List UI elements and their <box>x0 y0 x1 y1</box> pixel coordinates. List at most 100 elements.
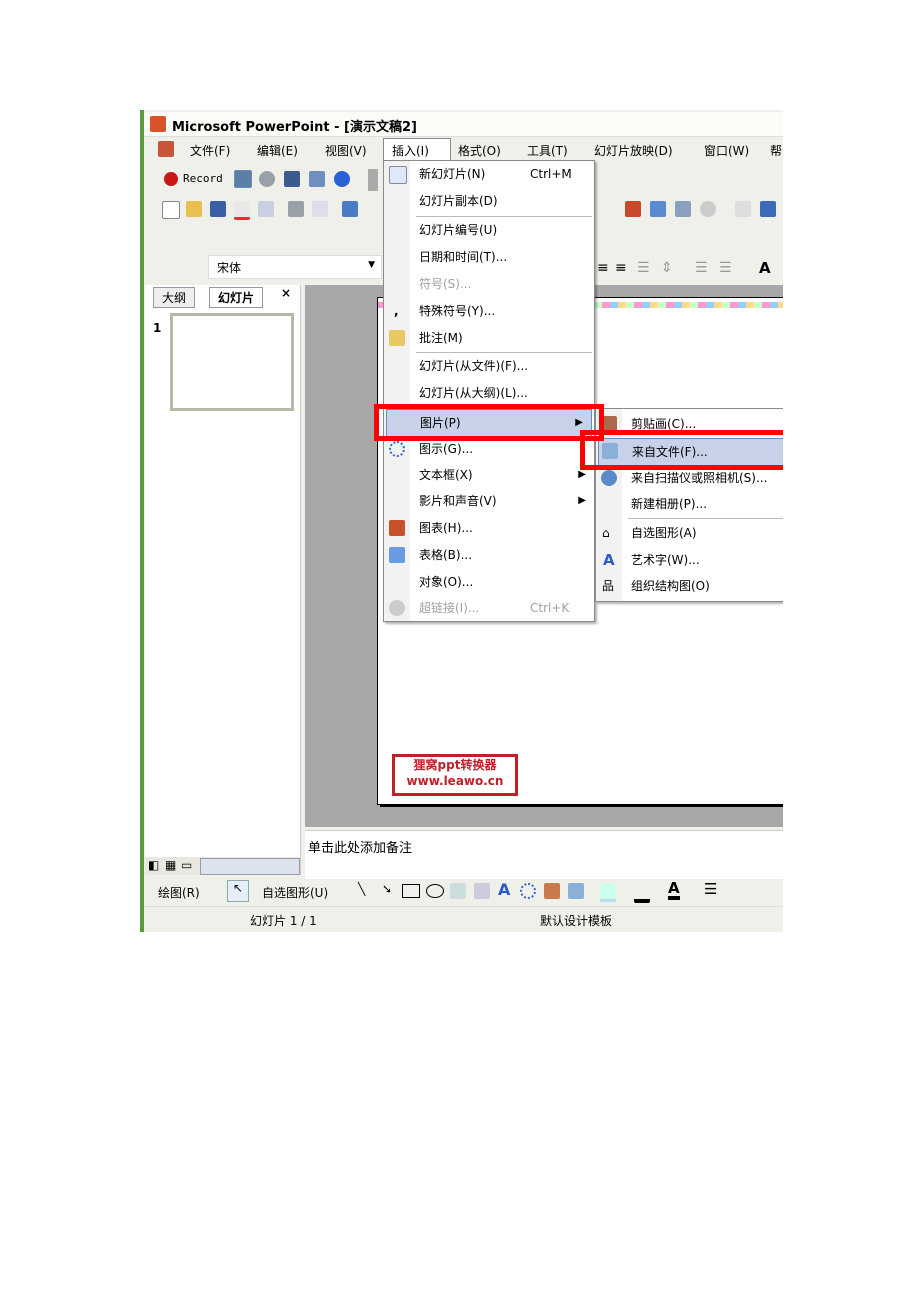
formatting-toolbar-right: ≡ ≡ ☰ ⇕ ☰ ☰ A <box>595 259 783 280</box>
menu-item-textbox[interactable]: 文本框(X) ▶ <box>384 462 594 488</box>
new-slide-icon <box>389 166 407 184</box>
tab-outline[interactable]: 大纲 <box>153 287 196 308</box>
record-button[interactable]: Record <box>183 172 223 185</box>
watermark-logo: 狸窝ppt转换器 www.leawo.cn <box>392 754 518 796</box>
menu-bar: 文件(F) 编辑(E) 视图(V) 插入(I) 格式(O) 工具(T) 幻灯片放… <box>144 138 783 162</box>
highlight-box-from-file <box>580 430 783 470</box>
menu-format[interactable]: 格式(O) <box>458 142 501 159</box>
menu-view[interactable]: 视图(V) <box>325 142 367 159</box>
textbox-icon[interactable] <box>450 883 466 899</box>
slide-sorter-icon[interactable]: ▦ <box>165 858 176 872</box>
menu-insert[interactable]: 插入(I) <box>383 138 451 160</box>
font-color-icon[interactable]: A <box>668 880 680 900</box>
menu-item-slides-from-file[interactable]: 幻灯片(从文件)(F)... <box>384 353 594 379</box>
print-icon[interactable] <box>288 201 304 217</box>
arrow-icon[interactable]: ➘ <box>382 882 392 896</box>
draw-menu-button[interactable]: 绘图(R) <box>158 884 200 901</box>
rectangle-icon[interactable] <box>402 884 420 898</box>
menu-item-object[interactable]: 对象(O)... <box>384 569 594 595</box>
line-color-icon[interactable] <box>634 883 650 903</box>
menu-file[interactable]: 文件(F) <box>190 142 230 159</box>
powerpoint-window: Microsoft PowerPoint - [演示文稿2] 文件(F) 编辑(… <box>140 110 783 932</box>
email-icon[interactable] <box>258 201 274 217</box>
menu-tools[interactable]: 工具(T) <box>527 142 568 159</box>
select-objects-icon[interactable]: ↖ <box>227 880 249 902</box>
standard-toolbar-right <box>600 196 783 222</box>
menu-item-date-time[interactable]: 日期和时间(T)... <box>384 244 594 270</box>
insert-picture-icon[interactable] <box>568 883 584 899</box>
title-bar: Microsoft PowerPoint - [演示文稿2] <box>144 112 783 137</box>
menu-item-chart[interactable]: 图表(H)... <box>384 515 594 541</box>
photo-icon[interactable] <box>309 171 325 187</box>
menu-item-duplicate-slide[interactable]: 幻灯片副本(D) <box>384 188 594 214</box>
line-icon[interactable]: ╲ <box>358 882 365 896</box>
tab-slides[interactable]: 幻灯片 <box>209 287 264 308</box>
watermark-line2: www.leawo.cn <box>406 774 504 788</box>
show-formatting-icon[interactable] <box>760 201 776 217</box>
chart-icon[interactable] <box>625 201 641 217</box>
menu-item-comment[interactable]: 批注(M) <box>384 325 594 351</box>
menu-item-slides-from-outline[interactable]: 幻灯片(从大纲)(L)... <box>384 380 594 406</box>
font-name-select[interactable]: 宋体 ▼ <box>208 255 382 279</box>
wordart-icon: A <box>603 551 615 569</box>
numbering-icon[interactable]: ☰ <box>695 260 708 276</box>
slide-thumbnail[interactable] <box>170 313 294 411</box>
normal-view-icon[interactable]: ◧ <box>148 858 159 872</box>
clipart-icon[interactable] <box>544 883 560 899</box>
comment-icon <box>389 330 405 346</box>
record-icon[interactable] <box>164 172 178 186</box>
save-icon[interactable] <box>210 201 226 217</box>
insert-menu: 新幻灯片(N) Ctrl+M 幻灯片副本(D) 幻灯片编号(U) 日期和时间(T)… <box>383 160 595 622</box>
submenu-item-wordart[interactable]: A 艺术字(W)... <box>596 547 783 573</box>
vertical-textbox-icon[interactable] <box>474 883 490 899</box>
menu-slideshow[interactable]: 幻灯片放映(D) <box>594 142 673 159</box>
permission-icon[interactable] <box>234 201 250 220</box>
bullets-icon[interactable]: ☰ <box>719 260 732 276</box>
align-right-icon[interactable]: ≡ <box>615 260 627 276</box>
submenu-item-autoshapes[interactable]: ⌂ 自选图形(A) <box>596 520 783 546</box>
menu-item-movies-sounds[interactable]: 影片和声音(V) ▶ <box>384 488 594 514</box>
desktop-edge <box>140 110 144 932</box>
menu-item-slide-number[interactable]: 幻灯片编号(U) <box>384 217 594 243</box>
menu-item-new-slide[interactable]: 新幻灯片(N) Ctrl+M <box>384 161 594 187</box>
line-style-icon[interactable]: ☰ <box>704 880 717 898</box>
increase-font-icon[interactable]: A <box>759 259 771 277</box>
menu-item-table[interactable]: 表格(B)... <box>384 542 594 568</box>
table-icon[interactable] <box>650 201 666 217</box>
menu-window[interactable]: 窗口(W) <box>704 142 749 159</box>
align-center-icon[interactable]: ≡ <box>597 260 609 276</box>
fill-color-icon[interactable] <box>600 883 616 902</box>
expand-icon[interactable] <box>735 201 751 217</box>
distribute-icon[interactable]: ☰ <box>637 260 650 276</box>
oval-icon[interactable] <box>426 884 444 898</box>
submenu-item-org-chart[interactable]: 品组织结构图(O) <box>596 573 783 599</box>
menu-item-special-symbol[interactable]: , 特殊符号(Y)... <box>384 298 594 324</box>
wordart-icon[interactable]: A <box>498 880 510 899</box>
slideshow-icon[interactable]: ▭ <box>181 858 192 872</box>
hyperlink-icon[interactable] <box>700 201 716 217</box>
menu-help[interactable]: 帮 <box>770 142 782 159</box>
line-spacing-icon[interactable]: ⇕ <box>661 260 673 276</box>
spelling-icon[interactable] <box>342 201 358 217</box>
comma-icon: , <box>394 304 399 318</box>
menu-edit[interactable]: 编辑(E) <box>257 142 298 159</box>
notes-pane[interactable]: 单击此处添加备注 <box>305 830 783 879</box>
chevron-down-icon: ▼ <box>368 260 375 270</box>
presenter-icon[interactable] <box>234 170 252 188</box>
drawing-toolbar: 绘图(R) ↖ 自选图形(U) ╲ ➘ A A ☰ <box>144 878 783 904</box>
screen-icon[interactable] <box>284 171 300 187</box>
tables-borders-icon[interactable] <box>675 201 691 217</box>
horizontal-scrollbar[interactable] <box>200 858 300 875</box>
new-icon[interactable] <box>162 201 180 219</box>
toolbar-options-icon[interactable] <box>368 169 378 191</box>
close-pane-button[interactable]: × <box>281 286 291 300</box>
open-icon[interactable] <box>186 201 202 217</box>
help-icon[interactable] <box>334 171 350 187</box>
print-preview-icon[interactable] <box>312 201 328 217</box>
autoshapes-button[interactable]: 自选图形(U) <box>262 884 328 901</box>
org-chart-icon: 品 <box>602 579 615 593</box>
diagram-icon[interactable] <box>520 883 536 899</box>
webcam-icon[interactable] <box>259 171 275 187</box>
submenu-item-new-album[interactable]: 新建相册(P)... <box>596 491 783 517</box>
slides-pane: 大纲 幻灯片 × 1 <box>145 285 301 875</box>
